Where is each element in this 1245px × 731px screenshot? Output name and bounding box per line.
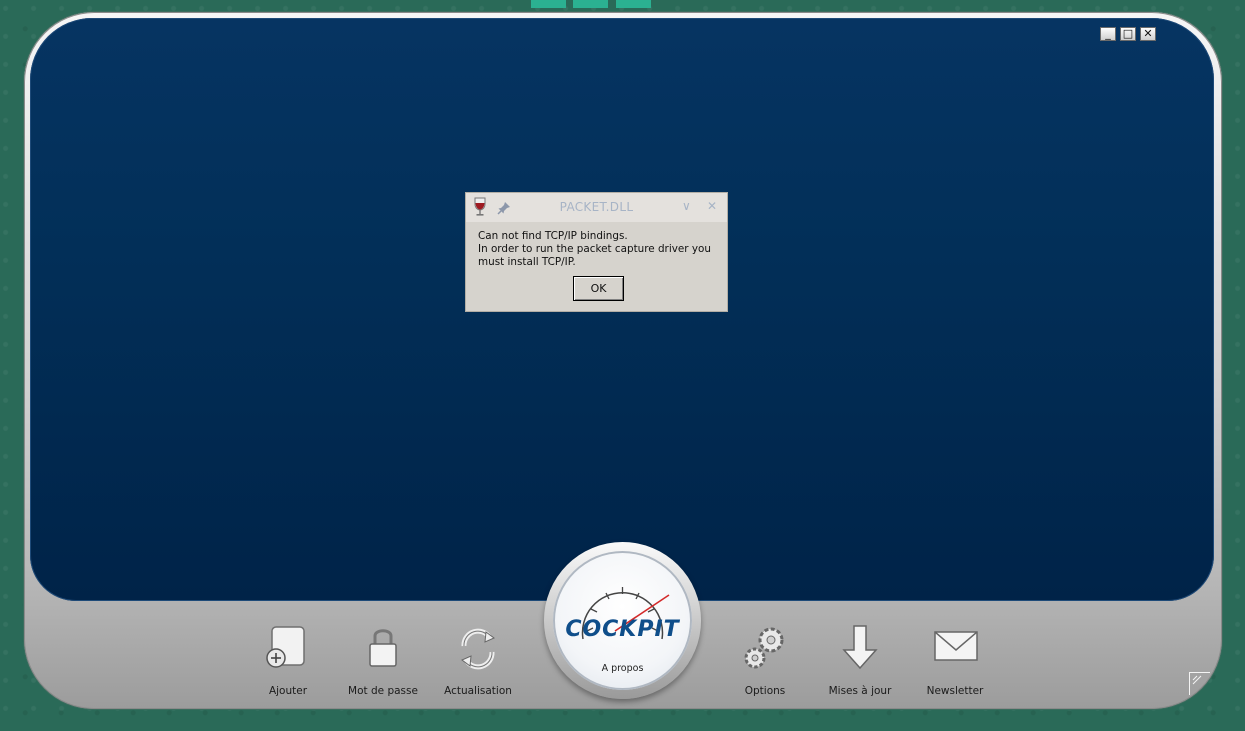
packet-dll-dialog: PACKET.DLL ∨ ✕ Can not find TCP/IP bindi… [466, 193, 727, 311]
password-label: Mot de passe [348, 685, 418, 697]
main-screen: _ □ ✕ PACKET.DLL ∨ ✕ Can not find TCP/IP [30, 18, 1214, 601]
refresh-icon [461, 628, 495, 670]
ok-button[interactable]: OK [573, 276, 624, 301]
top-tab-2[interactable] [573, 0, 608, 8]
add-tool[interactable]: Ajouter [248, 624, 328, 704]
cockpit-gauge-button[interactable]: COCKPIT A propos [544, 542, 701, 699]
updates-label: Mises à jour [828, 685, 892, 697]
newsletter-label: Newsletter [926, 685, 984, 697]
gauge-face: COCKPIT A propos [553, 551, 692, 690]
top-tab-3[interactable] [616, 0, 651, 8]
dialog-titlebar[interactable]: PACKET.DLL ∨ ✕ [466, 193, 727, 222]
close-button[interactable]: ✕ [1140, 27, 1156, 41]
dialog-message: Can not find TCP/IP bindings. In order t… [478, 230, 711, 268]
password-tool[interactable]: Mot de passe [343, 624, 423, 704]
top-tab-1[interactable] [531, 0, 566, 8]
minimize-button[interactable]: _ [1100, 27, 1116, 41]
app-frame: _ □ ✕ PACKET.DLL ∨ ✕ Can not find TCP/IP [24, 12, 1222, 709]
add-label: Ajouter [268, 685, 308, 697]
dialog-close-icon[interactable]: ✕ [707, 199, 717, 213]
options-tool[interactable]: Options [725, 624, 805, 704]
options-label: Options [744, 685, 786, 697]
gears-icon [744, 627, 784, 669]
cockpit-logo-text: COCKPIT [565, 617, 680, 642]
padlock-icon [369, 629, 397, 667]
add-document-icon [266, 626, 305, 668]
refresh-label: Actualisation [444, 685, 512, 697]
resize-grip-icon[interactable] [1189, 672, 1210, 695]
maximize-button[interactable]: □ [1120, 27, 1136, 41]
newsletter-tool[interactable]: Newsletter [915, 624, 995, 704]
chevron-down-icon[interactable]: ∨ [682, 199, 691, 213]
download-arrow-icon [842, 625, 878, 670]
about-label: A propos [601, 663, 644, 674]
updates-tool[interactable]: Mises à jour [820, 624, 900, 704]
refresh-tool[interactable]: Actualisation [438, 624, 518, 704]
envelope-icon [934, 631, 978, 661]
